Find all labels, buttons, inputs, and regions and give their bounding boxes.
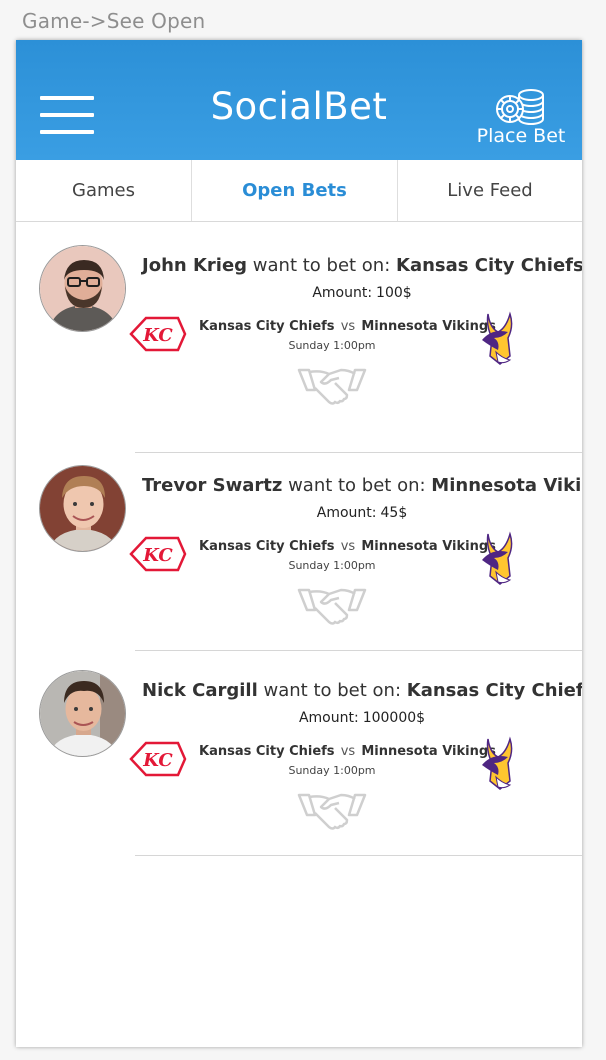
bet-row: Trevor Swartz want to bet on: Minnesota … — [16, 465, 582, 651]
amount-label: Amount: — [312, 285, 373, 301]
amount-label: Amount: — [298, 710, 359, 726]
bet-verb: want to bet on: — [252, 255, 391, 276]
matchup: Kansas City Chiefs vs Minnesota Vikings — [199, 319, 496, 334]
vikings-logo-icon — [482, 736, 513, 790]
handshake-icon[interactable] — [297, 364, 367, 408]
bettor-name[interactable]: Trevor Swartz — [142, 475, 282, 496]
game-time: Sunday 1:00pm — [288, 559, 376, 572]
user-avatar[interactable] — [39, 465, 126, 552]
vikings-logo-icon — [482, 531, 513, 585]
home-team: Kansas City Chiefs — [199, 539, 335, 554]
chiefs-logo-icon: KC — [129, 316, 187, 352]
svg-text:KC: KC — [142, 545, 173, 566]
bettor-name[interactable]: Nick Cargill — [142, 680, 258, 701]
amount-value: 100$ — [376, 285, 412, 301]
vikings-logo-icon — [482, 311, 513, 365]
bet-verb: want to bet on: — [288, 475, 426, 496]
bet-headline: John Krieg want to bet on: Kansas City C… — [142, 255, 582, 276]
vs-label: vs — [340, 539, 356, 554]
user-avatar[interactable] — [39, 670, 126, 757]
vs-label: vs — [340, 319, 356, 334]
app-header: SocialBet Place Bet — [16, 40, 582, 160]
bet-verb: want to bet on: — [263, 680, 402, 701]
bet-headline: Nick Cargill want to bet on: Kansas City… — [142, 680, 582, 701]
row-divider — [135, 855, 582, 856]
bet-row: John Krieg want to bet on: Kansas City C… — [16, 245, 582, 453]
place-bet-label: Place Bet — [476, 125, 566, 147]
tab-bar: Games Open Bets Live Feed — [16, 160, 582, 222]
poker-chips-icon — [496, 89, 544, 125]
handshake-icon[interactable] — [297, 584, 367, 628]
bet-amount: Amount: 45$ — [142, 505, 582, 521]
screen-caption: Game->See Open — [22, 9, 206, 33]
picked-team: Kansas City Chiefs — [396, 255, 582, 276]
bet-amount: Amount: 100000$ — [142, 710, 582, 726]
place-bet-button[interactable]: Place Bet — [476, 86, 566, 152]
tab-live-feed[interactable]: Live Feed — [398, 160, 582, 221]
svg-text:KC: KC — [142, 750, 173, 771]
home-team: Kansas City Chiefs — [199, 744, 335, 759]
bet-headline: Trevor Swartz want to bet on: Minnesota … — [142, 475, 582, 496]
svg-text:KC: KC — [142, 325, 173, 346]
chiefs-logo-icon: KC — [129, 536, 187, 572]
game-time: Sunday 1:00pm — [288, 339, 376, 352]
tab-open-bets[interactable]: Open Bets — [192, 160, 398, 221]
picked-team: Minnesota Vikings — [431, 475, 582, 496]
matchup: Kansas City Chiefs vs Minnesota Vikings — [199, 539, 496, 554]
user-avatar[interactable] — [39, 245, 126, 332]
vs-label: vs — [340, 744, 356, 759]
amount-value: 45$ — [380, 505, 408, 521]
row-divider — [135, 650, 582, 651]
chiefs-logo-icon: KC — [129, 741, 187, 777]
row-divider — [135, 452, 582, 453]
app-screen: SocialBet Place Bet Games Open Bets Live… — [16, 40, 582, 1047]
amount-label: Amount: — [316, 505, 377, 521]
tab-games[interactable]: Games — [16, 160, 192, 221]
bet-row: Nick Cargill want to bet on: Kansas City… — [16, 670, 582, 856]
amount-value: 100000$ — [362, 710, 426, 726]
game-time: Sunday 1:00pm — [288, 764, 376, 777]
home-team: Kansas City Chiefs — [199, 319, 335, 334]
bet-amount: Amount: 100$ — [142, 285, 582, 301]
picked-team: Kansas City Chiefs — [406, 680, 582, 701]
handshake-icon[interactable] — [297, 789, 367, 833]
matchup: Kansas City Chiefs vs Minnesota Vikings — [199, 744, 496, 759]
bettor-name[interactable]: John Krieg — [142, 255, 247, 276]
